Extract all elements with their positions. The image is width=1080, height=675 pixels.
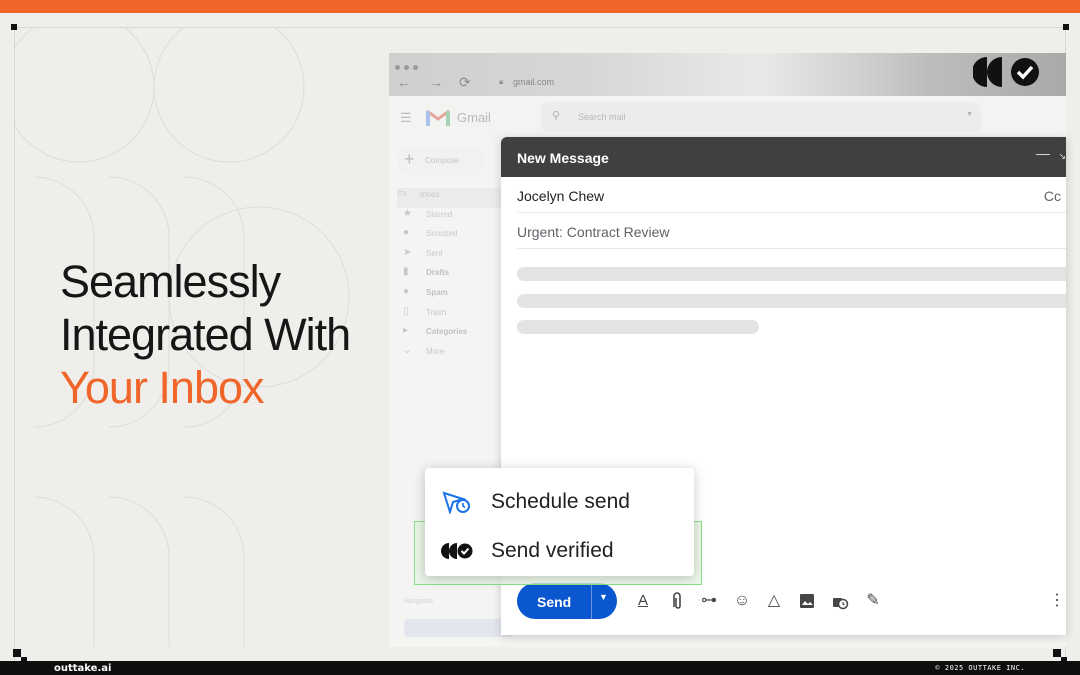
more-options-icon[interactable]: ⋮ [1047, 591, 1066, 611]
sidebar-item-categories[interactable]: ▸ Categories [403, 325, 507, 345]
send-label: Send [537, 594, 572, 610]
reload-icon[interactable]: ⟳ [459, 74, 471, 91]
sidebar-item-starred[interactable]: ★ Starred [403, 208, 507, 228]
lock-icon: 🔒︎ [499, 77, 504, 86]
menu-item-schedule-send[interactable]: Schedule send [425, 476, 694, 526]
plus-icon: + [404, 149, 415, 169]
frame-corner [13, 649, 21, 657]
footer-brand: outtake.ai [54, 663, 112, 674]
compose-button[interactable]: + Compose [398, 147, 484, 175]
menu-icon[interactable]: ☰ [400, 110, 412, 126]
minimize-icon[interactable]: — [1036, 145, 1050, 161]
confidential-mode-icon[interactable] [830, 591, 850, 611]
photo-icon[interactable] [797, 591, 817, 611]
browser-toolbar: ← → ⟳ 🔒︎ gmail.com [389, 53, 1066, 96]
search-input[interactable]: ⚲ Search mail ▼ [541, 102, 981, 132]
sidebar-item-drafts[interactable]: ▮ Drafts [403, 266, 507, 286]
subject-text: Urgent: Contract Review [517, 224, 670, 240]
emoji-icon[interactable]: ☺ [732, 591, 752, 611]
headline-line-3: Your Inbox [60, 362, 265, 413]
compose-toolbar: Send ▼ A ⊶ ☺ △ ✎ ⋮ [517, 583, 1065, 619]
forward-icon[interactable]: → [429, 74, 443, 90]
compose-title: New Message [517, 150, 609, 166]
headline-line-1: Seamlessly [60, 256, 281, 307]
clock-icon: ● [403, 227, 410, 239]
sidebar-item-label: Sent [426, 248, 443, 258]
label-icon: ▸ [403, 325, 409, 337]
subject-field[interactable]: Urgent: Contract Review [517, 213, 1066, 249]
back-icon[interactable]: ← [397, 74, 411, 90]
sidebar-item-label: Snoozed [426, 229, 458, 239]
sidebar-item-label: Categories [426, 327, 468, 337]
sidebar-item-label: Trash [426, 307, 447, 317]
search-icon: ⚲ [552, 110, 561, 122]
expand-icon[interactable]: ↘ [1058, 151, 1066, 162]
inbox-icon: ▭ [397, 188, 407, 199]
gmail-wordmark: Gmail [457, 110, 491, 125]
outtake-logo [973, 57, 1039, 87]
send-button[interactable]: Send ▼ [517, 583, 617, 619]
compose-label: Compose [425, 156, 460, 165]
cc-button[interactable]: Cc [1044, 188, 1061, 204]
sidebar-item-label: Drafts [426, 268, 450, 278]
sidebar-item-sent[interactable]: ➤ Sent [403, 247, 507, 267]
drive-icon[interactable]: △ [764, 591, 784, 611]
sidebar-item-more[interactable]: ⌄ More [403, 345, 507, 365]
compose-header: New Message — ↘ [501, 137, 1066, 177]
address-bar[interactable]: gmail.com [513, 77, 554, 87]
headline-line-2: Integrated With [60, 309, 351, 360]
search-placeholder: Search mail [578, 112, 626, 122]
sidebar-item-label: Spam [426, 287, 448, 297]
sidebar-item-inbox[interactable]: ▭ Inbox [397, 188, 507, 208]
recipient-name: Jocelyn Chew [517, 188, 605, 204]
body-placeholder-line [517, 294, 1066, 308]
send-icon: ➤ [403, 246, 412, 258]
hero-headline: Seamlessly Integrated With Your Inbox [60, 255, 351, 414]
window-controls[interactable] [395, 57, 422, 75]
send-verified-label: Send verified [491, 539, 614, 562]
search-options-icon[interactable]: ▼ [966, 111, 973, 118]
frame-corner [1063, 24, 1069, 30]
star-icon: ★ [403, 207, 412, 219]
gmail-logo-icon [426, 109, 450, 126]
footer-copyright: © 2025 OUTTAKE INC. [935, 664, 1025, 672]
schedule-send-icon [442, 491, 470, 514]
chevron-down-icon: ⌄ [403, 344, 412, 356]
hangouts-label: Hangouts [403, 598, 433, 605]
frame-corner [1053, 649, 1061, 657]
send-options-menu: Schedule send Send verified [425, 468, 694, 576]
menu-item-send-verified[interactable]: Send verified [425, 525, 694, 575]
sidebar-item-label: Starred [426, 209, 453, 219]
signature-icon[interactable]: ✎ [863, 591, 883, 611]
hangouts-button[interactable] [404, 619, 514, 637]
link-icon[interactable]: ⊶ [699, 591, 719, 611]
sidebar-item-spam[interactable]: ● Spam [403, 286, 507, 306]
body-placeholder-line [517, 320, 759, 334]
attach-icon[interactable] [667, 591, 687, 611]
sidebar-nav: ▭ Inbox ★ Starred ● Snoozed ➤ Sent ▮ Drafts ●… [397, 188, 507, 365]
trash-icon: ▯ [403, 305, 409, 317]
to-field[interactable]: Jocelyn Chew Cc [517, 177, 1066, 213]
body-placeholder-line [517, 267, 1066, 281]
spam-icon: ● [403, 285, 410, 297]
sidebar-item-snoozed[interactable]: ● Snoozed [403, 227, 507, 247]
sidebar-item-label: More [426, 346, 445, 356]
schedule-send-label: Schedule send [491, 490, 630, 513]
sidebar-item-trash[interactable]: ▯ Trash [403, 306, 507, 326]
gmail-header: ☰ Gmail ⚲ Search mail ▼ [389, 96, 1066, 142]
text-format-icon[interactable]: A [633, 591, 653, 611]
footer-bar: outtake.ai © 2025 OUTTAKE INC. [0, 661, 1080, 675]
outtake-verified-icon [441, 543, 473, 559]
send-options-icon[interactable]: ▼ [599, 592, 608, 602]
sidebar-item-label: Inbox [420, 190, 440, 199]
send-divider [591, 583, 592, 619]
draft-icon: ▮ [403, 266, 409, 278]
top-accent-bar [0, 0, 1080, 13]
